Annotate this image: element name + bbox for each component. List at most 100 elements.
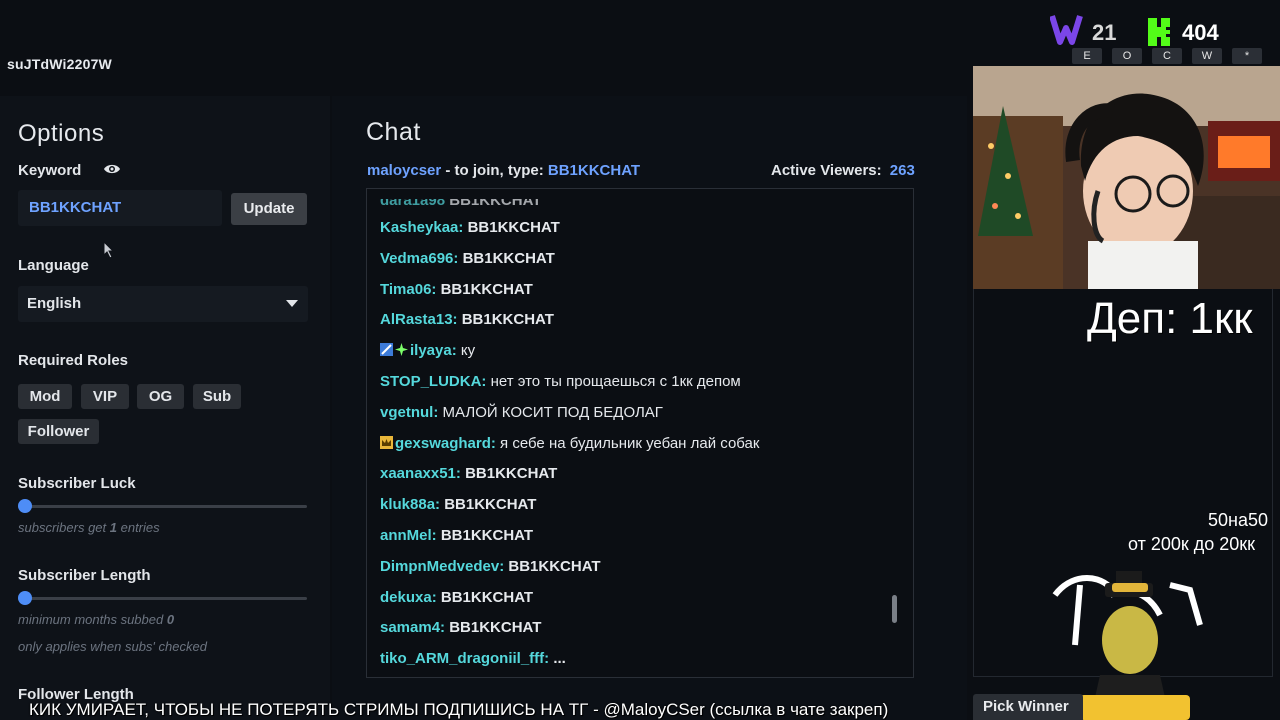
chat-text: BB1KKCHAT — [449, 192, 542, 209]
chat-username[interactable]: samam4: — [380, 619, 445, 636]
chat-message: dekuxa: BB1KKCHAT — [380, 589, 533, 606]
chat-user: dara1a98 — [380, 192, 450, 209]
subscriber-luck-hint: subscribers get 1 entries — [18, 520, 160, 535]
join-text: - to join, type: — [441, 162, 548, 179]
language-select[interactable]: English — [18, 286, 308, 322]
chat-username[interactable]: xaanaxx51: — [380, 465, 461, 482]
chat-message-text: BB1KKCHAT — [440, 280, 533, 298]
chat-username[interactable]: kluk88a: — [380, 496, 440, 513]
subscriber-badge-icon — [380, 342, 410, 359]
key-star: * — [1232, 48, 1262, 64]
chat-username[interactable]: STOP_LUDKA: — [380, 373, 486, 390]
chat-message: gexswaghard: я себе на будильник уебан л… — [380, 435, 759, 452]
webcam-image — [973, 66, 1280, 289]
subscriber-length-hint-2: only applies when subs' checked — [18, 639, 207, 654]
hint-text: minimum months subbed — [18, 612, 167, 627]
chat-message: STOP_LUDKA: нет это ты прощаешься с 1кк … — [380, 373, 741, 390]
update-button[interactable]: Update — [231, 193, 307, 225]
chat-message: samam4: BB1KKCHAT — [380, 619, 541, 636]
chat-message: Kasheykaa: BB1KKCHAT — [380, 219, 560, 236]
kick-logo-icon — [1148, 18, 1170, 46]
chat-message-text: BB1KKCHAT — [461, 311, 554, 329]
chat-message: vgetnul: МАЛОЙ КОСИТ ПОД БЕДОЛАГ — [380, 404, 663, 421]
chat-message-text: BB1KKCHAT — [440, 527, 534, 544]
chat-message: ilyaya: ку — [380, 342, 475, 359]
chat-username[interactable]: DimpnMedvedev: — [380, 558, 504, 575]
chat-message: Tima06: BB1KKCHAT — [380, 281, 533, 298]
chat-message: kluk88a: BB1KKCHAT — [380, 496, 536, 513]
chat-username[interactable]: vgetnul: — [380, 404, 438, 421]
hint-text: subscribers get — [18, 520, 110, 535]
chat-join-info: maloycser - to join, type: BB1KKCHAT — [367, 162, 640, 179]
chat-scrollbar[interactable] — [892, 595, 897, 623]
active-viewers: Active Viewers: 263 — [771, 162, 915, 179]
chat-message-text: нет это ты прощаешься с 1кк депом — [490, 373, 741, 390]
chat-username[interactable]: tiko_ARM_dragoniil_fff: — [380, 650, 549, 667]
hint-text: entries — [117, 520, 160, 535]
join-keyword: BB1KKCHAT — [547, 162, 641, 179]
role-sub-button[interactable]: Sub — [193, 384, 241, 409]
screen: suJTdWi2207W Options Keyword BB1KKCHAT U… — [0, 0, 1280, 720]
subscriber-length-label: Subscriber Length — [18, 567, 151, 584]
crown-badge-icon — [380, 435, 395, 452]
chat-message: Vedma696: BB1KKCHAT — [380, 250, 555, 267]
chat-username[interactable]: gexswaghard: — [395, 435, 496, 452]
chat-message-text: BB1KKCHAT — [467, 219, 560, 236]
chat-message: xaanaxx51: BB1KKCHAT — [380, 465, 557, 482]
subscriber-length-knob[interactable] — [18, 591, 32, 605]
chat-message: AlRasta13: BB1KKCHAT — [380, 311, 554, 328]
subscriber-length-hint: minimum months subbed 0 — [18, 612, 174, 627]
key-o: O — [1112, 48, 1142, 64]
chat-message-text: BB1KKCHAT — [465, 465, 558, 483]
session-id: suJTdWi2207W — [7, 56, 112, 72]
active-viewers-label: Active Viewers: — [771, 162, 882, 179]
deposit-text: Деп: 1кк — [1087, 294, 1253, 343]
w-logo-icon — [1050, 15, 1083, 45]
key-c: C — [1152, 48, 1182, 64]
chat-username[interactable]: ilyaya: — [410, 342, 457, 359]
chat-message-partial: dara1a98 BB1KKCHAT — [380, 192, 542, 209]
role-og-button[interactable]: OG — [137, 384, 184, 409]
chat-title: Chat — [366, 118, 421, 146]
language-value: English — [27, 295, 82, 312]
chat-username[interactable]: AlRasta13: — [380, 311, 458, 328]
subscriber-length-slider[interactable] — [18, 597, 307, 600]
required-roles-label: Required Roles — [18, 352, 129, 369]
options-title: Options — [18, 120, 105, 147]
subscriber-luck-label: Subscriber Luck — [18, 475, 136, 492]
chat-username[interactable]: annMel: — [380, 527, 437, 544]
chat-username[interactable]: Tima06: — [380, 281, 436, 298]
role-mod-button[interactable]: Mod — [18, 384, 72, 409]
hint-value: 0 — [166, 612, 175, 627]
eye-icon[interactable] — [103, 162, 121, 176]
chat-messages[interactable]: dara1a98 BB1KKCHAT Kasheykaa: BB1KKCHAT V… — [366, 188, 914, 678]
chevron-down-icon — [286, 300, 298, 307]
role-vip-button[interactable]: VIP — [81, 384, 129, 409]
keyword-label: Keyword — [18, 162, 82, 179]
chat-message-text: ... — [553, 650, 566, 668]
channel-name[interactable]: maloycser — [367, 162, 441, 179]
ticker-text: КИК УМИРАЕТ, ЧТОБЫ НЕ ПОТЕРЯТЬ СТРИМЫ ПО… — [29, 700, 889, 719]
chat-username[interactable]: Kasheykaa: — [380, 219, 463, 236]
chat-username[interactable]: Vedma696: — [380, 250, 458, 267]
active-viewers-count: 263 — [889, 162, 915, 179]
chat-username[interactable]: dekuxa: — [380, 589, 437, 606]
chat-message-text: BB1KKCHAT — [462, 249, 555, 267]
chat-message-text: я себе на будильник уебан лай собак — [500, 434, 760, 452]
keys-row: E O C W * — [1072, 48, 1280, 64]
role-follower-button[interactable]: Follower — [18, 419, 99, 444]
chat-message: DimpnMedvedev: BB1KKCHAT — [380, 558, 601, 575]
promo-line-2: от 200к до 20кк — [1128, 534, 1256, 554]
k-score: 404 — [1182, 20, 1219, 45]
w-score: 21 — [1092, 20, 1117, 45]
language-label: Language — [18, 257, 89, 274]
key-e: E — [1072, 48, 1102, 64]
hint-value: 1 — [109, 520, 117, 535]
subscriber-luck-slider[interactable] — [18, 505, 307, 508]
chat-message: annMel: BB1KKCHAT — [380, 527, 533, 544]
chat-message: tiko_ARM_dragoniil_fff: ... — [380, 650, 566, 667]
promo-line-1: 50на50 — [1208, 510, 1268, 530]
subscriber-luck-knob[interactable] — [18, 499, 32, 513]
chat-message-text: BB1KKCHAT — [508, 557, 601, 575]
keyword-input[interactable]: BB1KKCHAT — [18, 190, 222, 226]
